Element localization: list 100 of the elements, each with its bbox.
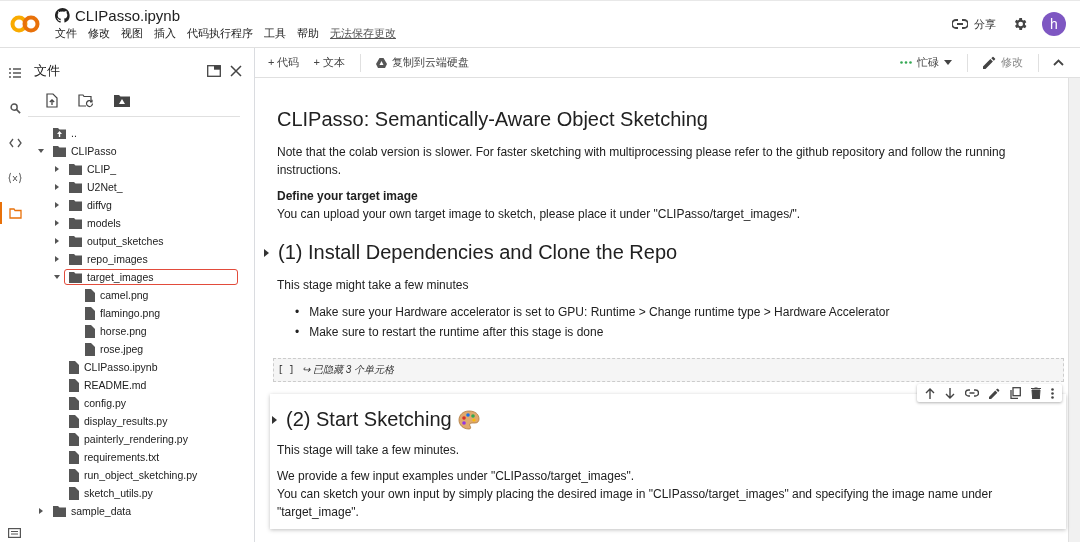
expand-caret-icon[interactable] xyxy=(54,184,60,190)
tree-item[interactable]: display_results.py xyxy=(64,412,173,430)
tree-item[interactable]: CLIPasso.ipynb xyxy=(64,358,163,376)
logo-icon xyxy=(10,14,40,34)
menu-item[interactable]: 工具 xyxy=(264,26,286,41)
expand-caret-icon[interactable] xyxy=(54,166,60,172)
section-caret-icon[interactable] xyxy=(264,248,269,257)
tree-item[interactable]: models xyxy=(64,215,126,231)
link-icon[interactable] xyxy=(965,389,979,397)
trash-icon[interactable] xyxy=(1031,387,1041,399)
tree-item[interactable]: U2Net_ xyxy=(64,179,128,195)
pencil-icon[interactable] xyxy=(989,387,1000,399)
folder-icon xyxy=(69,163,82,175)
copy-to-drive-button[interactable]: 复制到云端硬盘 xyxy=(370,52,474,73)
file-icon xyxy=(69,414,79,428)
add-code-button[interactable]: + 代码 xyxy=(263,52,305,73)
tree-item[interactable]: rose.jpeg xyxy=(80,340,149,358)
tree-item[interactable]: diffvg xyxy=(64,197,117,213)
paragraph: This stage might take a few minutes xyxy=(277,277,470,294)
section-caret-icon[interactable] xyxy=(272,415,277,424)
menu-item[interactable]: 文件 xyxy=(55,26,77,41)
bullet-marker: • xyxy=(295,324,300,341)
file-icon xyxy=(69,450,79,464)
expand-caret-icon[interactable] xyxy=(54,220,60,226)
tree-item[interactable]: repo_images xyxy=(64,251,153,267)
file-icon xyxy=(69,360,79,374)
paragraph: Define your target image You can upload your own target image to sketch, please place it under "CLIPasso/target_images/". xyxy=(277,188,802,223)
scrollbar[interactable] xyxy=(1068,78,1080,542)
code-icon xyxy=(8,138,22,148)
cell-brackets: [ ] xyxy=(278,365,295,375)
runtime-status-button[interactable]: 忙碌 xyxy=(895,52,957,73)
expand-caret-icon[interactable] xyxy=(38,148,44,154)
expand-caret-icon[interactable] xyxy=(54,238,60,244)
file-icon xyxy=(69,378,79,392)
bullet-marker: • xyxy=(295,304,300,321)
paragraph: We provide a few input examples under "CLIPasso/target_images". You can sketch your own input by simply placing the desired image in "CLIPasso/target_images" and specifying the image name under "target_image". xyxy=(277,468,994,521)
folder-icon xyxy=(69,235,82,247)
file-icon xyxy=(69,468,79,482)
close-icon[interactable] xyxy=(230,65,242,77)
tree-item[interactable]: CLIP_ xyxy=(64,161,122,177)
tree-item[interactable]: output_sketches xyxy=(64,233,169,249)
bullet-item: Make sure your Hardware accelerator is set to GPU: Runtime > Change runtime type > Hardware Accelerator xyxy=(309,304,890,321)
upload-file-icon[interactable] xyxy=(46,93,58,108)
tree-item[interactable]: sample_data xyxy=(48,503,137,519)
file-icon xyxy=(69,486,79,500)
highlighted-tree-item[interactable]: target_images xyxy=(64,269,238,285)
window-icon[interactable] xyxy=(207,65,221,77)
tree-item[interactable]: camel.png xyxy=(80,286,154,304)
save-status-link[interactable]: 无法保存更改 xyxy=(330,26,396,41)
folder-icon xyxy=(8,207,22,219)
tree-item[interactable]: CLIPasso xyxy=(48,143,122,159)
drive-folder-icon[interactable] xyxy=(114,94,130,107)
share-button[interactable]: 分享 xyxy=(950,14,998,34)
file-icon xyxy=(69,432,79,446)
palette-icon xyxy=(457,409,480,430)
notebook-title[interactable]: CLIPasso.ipynb xyxy=(75,7,181,24)
hidden-cells-label: ↪ 已隐藏 3 个单元格 xyxy=(302,363,395,377)
link-icon xyxy=(952,19,968,29)
paragraph: This stage will take a few minutes. xyxy=(277,442,461,459)
tree-item[interactable]: .. xyxy=(48,125,82,141)
menu-item[interactable]: 插入 xyxy=(154,26,176,41)
move-up-icon[interactable] xyxy=(925,387,935,399)
expand-caret-icon[interactable] xyxy=(54,256,60,262)
parent-folder-icon xyxy=(53,127,66,139)
move-down-icon[interactable] xyxy=(945,387,955,399)
copy-icon[interactable] xyxy=(1010,387,1021,399)
menu-item[interactable]: 代码执行程序 xyxy=(187,26,253,41)
terminal-icon[interactable] xyxy=(8,528,21,538)
collapse-chevron-icon[interactable] xyxy=(1053,59,1064,66)
file-icon xyxy=(85,324,95,338)
add-text-button[interactable]: + 文本 xyxy=(308,52,350,73)
tree-item[interactable]: README.md xyxy=(64,376,152,394)
more-icon[interactable] xyxy=(1051,387,1054,399)
busy-dots-icon xyxy=(900,61,912,64)
user-avatar[interactable]: h xyxy=(1042,12,1066,36)
tree-item[interactable]: horse.png xyxy=(80,322,152,340)
settings-icon[interactable] xyxy=(1012,16,1028,32)
folder-icon xyxy=(69,199,82,211)
folder-icon xyxy=(69,181,82,193)
tree-item[interactable]: run_object_sketching.py xyxy=(64,466,203,484)
menu-item[interactable]: 帮助 xyxy=(297,26,319,41)
file-icon xyxy=(85,306,95,320)
menu-item[interactable]: 视图 xyxy=(121,26,143,41)
search-icon xyxy=(9,102,21,114)
tree-item[interactable]: requirements.txt xyxy=(64,448,165,466)
refresh-folder-icon[interactable] xyxy=(78,93,94,108)
tree-item[interactable]: flamingo.png xyxy=(80,304,166,322)
dropdown-caret-icon xyxy=(944,60,952,65)
tree-item[interactable]: sketch_utils.py xyxy=(64,484,158,502)
menu-item[interactable]: 修改 xyxy=(88,26,110,41)
expand-caret-icon[interactable] xyxy=(54,202,60,208)
folder-icon xyxy=(53,505,66,517)
file-icon xyxy=(69,396,79,410)
variables-icon xyxy=(8,172,22,184)
tree-item[interactable]: config.py xyxy=(64,394,132,412)
drive-icon xyxy=(375,57,387,68)
tree-item[interactable]: painterly_rendering.py xyxy=(64,430,193,448)
hidden-cells-bar[interactable]: [ ] ↪ 已隐藏 3 个单元格 xyxy=(273,358,1064,382)
expand-caret-icon[interactable] xyxy=(38,508,44,514)
expand-caret-icon[interactable] xyxy=(54,274,60,280)
